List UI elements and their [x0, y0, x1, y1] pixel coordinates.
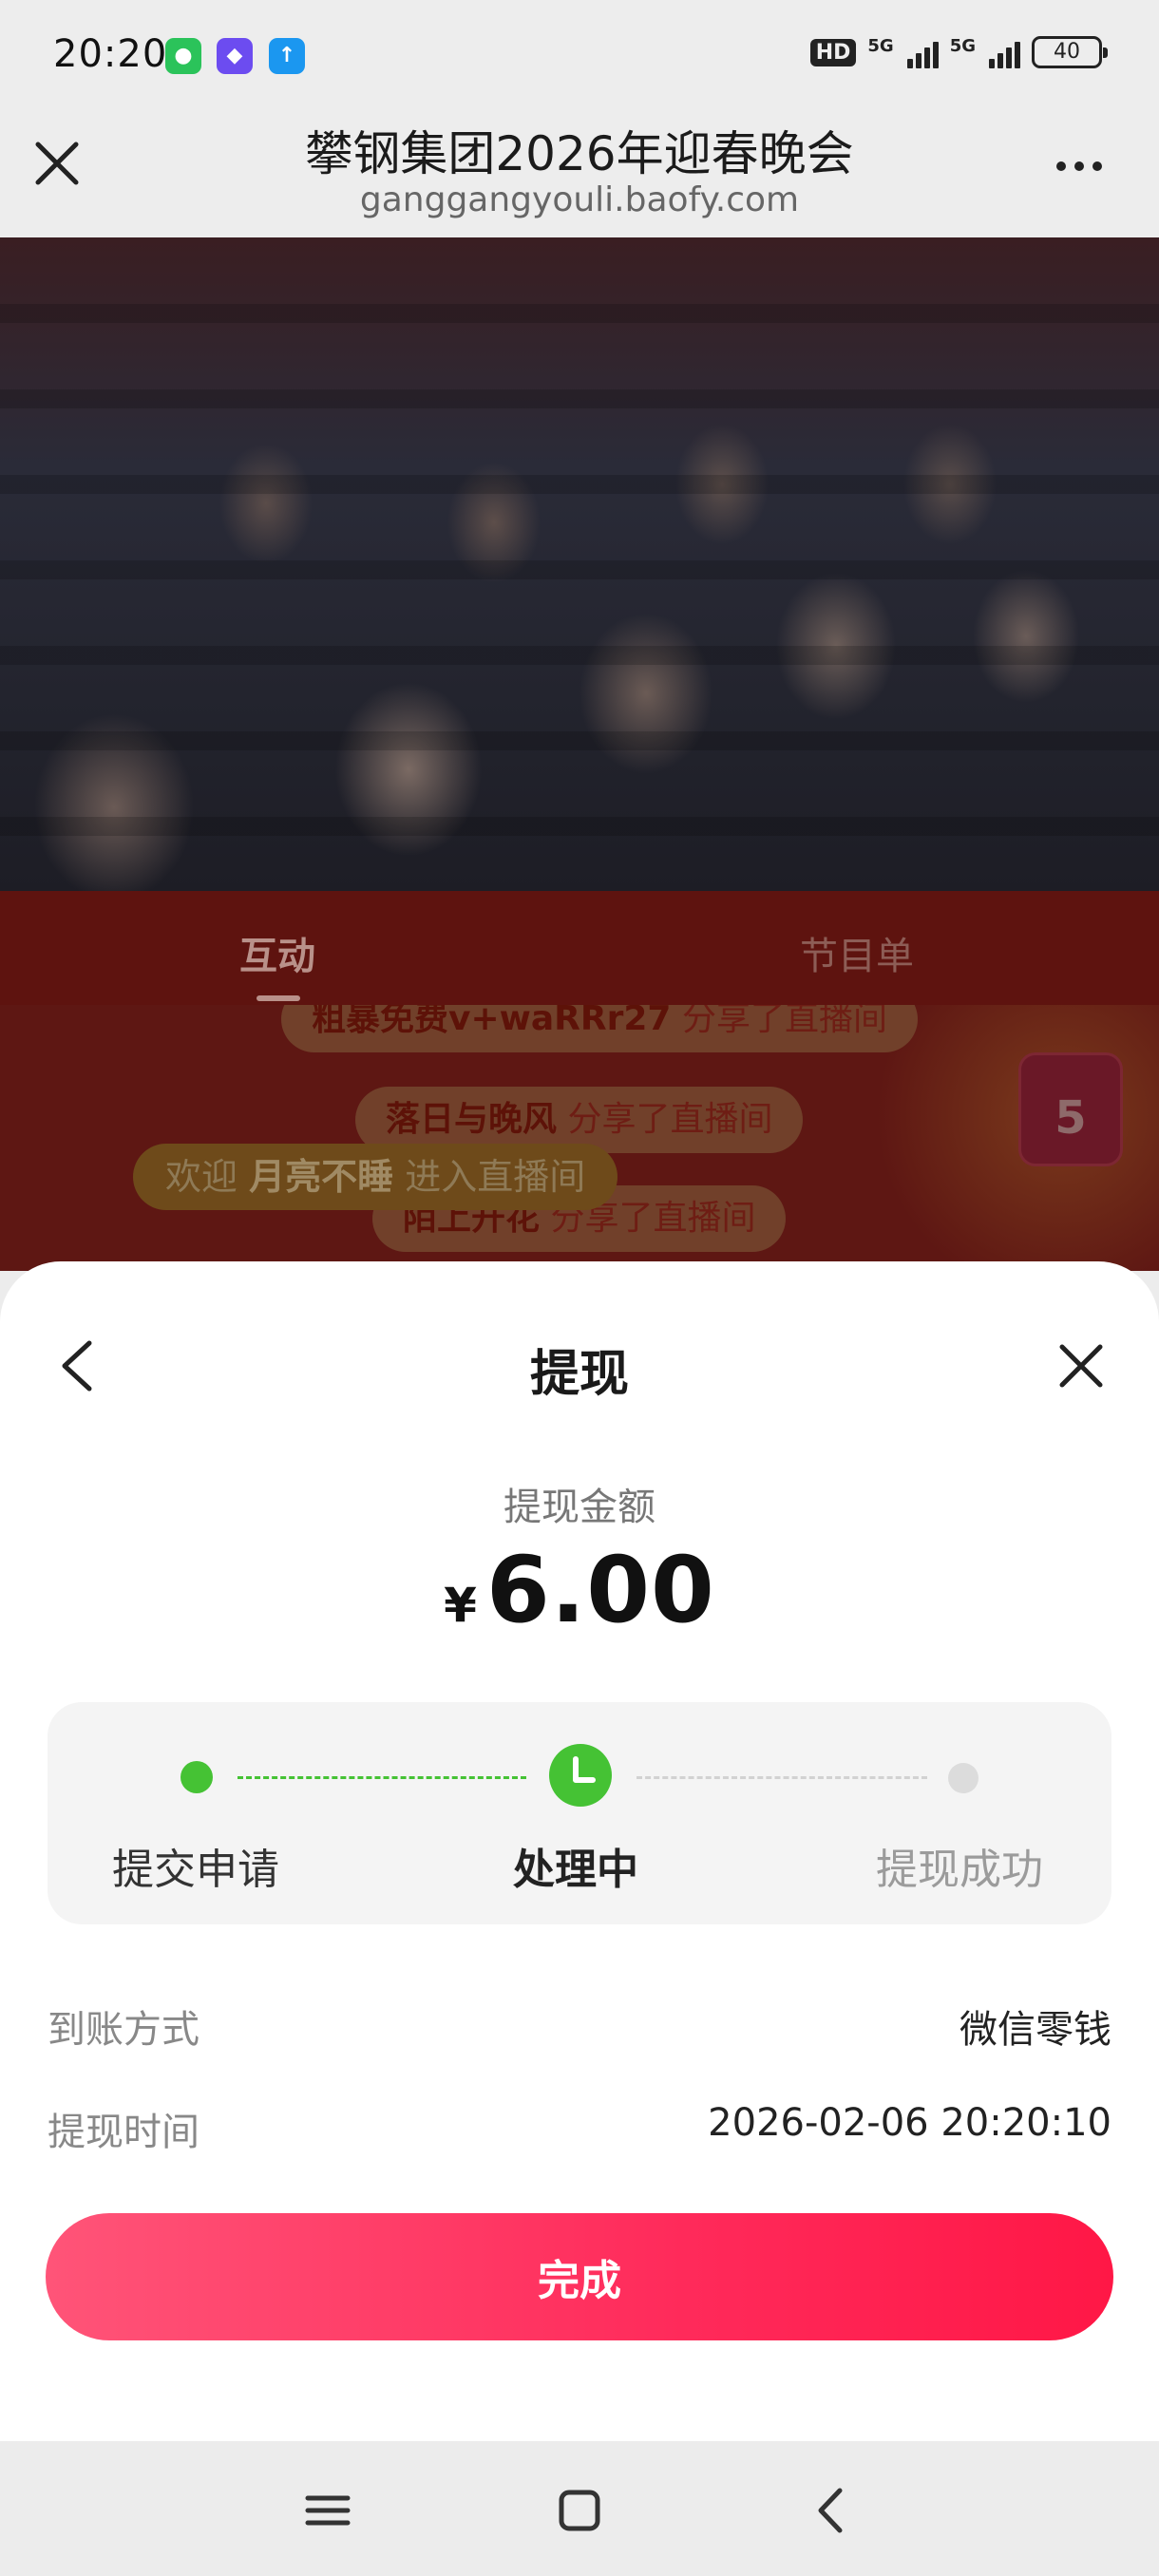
live-video[interactable] [0, 237, 1159, 891]
amount-label: 提现金额 [504, 1486, 656, 1529]
progress-line-pending [636, 1776, 927, 1779]
video-overlay [0, 237, 1159, 891]
page-url: ganggangyouli.baofy.com [359, 180, 800, 219]
status-time: 20:20 [53, 32, 168, 76]
progress-line-done [238, 1776, 526, 1779]
currency-symbol: ¥ [444, 1578, 477, 1633]
signal-icon [989, 36, 1020, 68]
feed-user: 粗暴免费v+waRRr27 [312, 1005, 672, 1038]
step-success-label: 提现成功 [876, 1846, 1043, 1894]
wechat-icon: ● [165, 38, 201, 74]
time-label: 提现时间 [48, 2111, 200, 2154]
feed-action: 分享了直播间 [681, 1005, 887, 1038]
method-value: 微信零钱 [960, 2008, 1112, 2052]
done-button[interactable]: 完成 [46, 2213, 1113, 2340]
lucky-bag-count: 5 [1054, 1091, 1087, 1145]
system-nav-bar [0, 2441, 1159, 2576]
amount-value: 6.00 [485, 1537, 715, 1643]
menu-icon[interactable] [294, 2477, 361, 2544]
battery-icon: 40 [1032, 36, 1108, 68]
feed-message: 粗暴免费v+waRRr27 分享了直播间 [281, 1005, 918, 1052]
withdraw-progress: 提交申请 处理中 提现成功 [48, 1702, 1112, 1924]
hd-badge: HD [809, 38, 857, 66]
interaction-feed: 粗暴免费v+waRRr27 分享了直播间 落日与晚风 分享了直播间 陌上开花 分… [0, 1005, 1159, 1271]
withdraw-sheet: 提现 提现金额 ¥6.00 提交申请 处理中 提现成功 到账方式 微信零钱 提现… [0, 1261, 1159, 2441]
network-label-2: 5G [949, 36, 976, 56]
signal-icon [906, 36, 939, 68]
sheet-title: 提现 [529, 1346, 629, 1403]
home-icon[interactable] [546, 2477, 613, 2544]
page-title: 攀钢集团2026年迎春晚会 [305, 126, 854, 181]
feed-user: 落日与晚风 [386, 1100, 558, 1139]
withdraw-amount: ¥6.00 [0, 1537, 1159, 1643]
welcome-suffix: 进入直播间 [405, 1156, 586, 1198]
tab-interaction[interactable]: 互动 [239, 925, 315, 1001]
close-icon[interactable] [1054, 1339, 1108, 1392]
welcome-prefix: 欢迎 [165, 1156, 238, 1198]
lucky-bag-button[interactable]: 5 [1018, 1052, 1123, 1166]
tab-bar: 互动 节目单 [0, 891, 1159, 1005]
welcome-user: 月亮不睡 [249, 1156, 394, 1198]
purple-app-icon: ◆ [217, 38, 253, 74]
step-done-dot [180, 1761, 213, 1793]
method-label: 到账方式 [48, 2008, 200, 2052]
tab-program-list[interactable]: 节目单 [800, 925, 914, 980]
time-value: 2026-02-06 20:20:10 [708, 2101, 1112, 2145]
more-icon[interactable] [1056, 161, 1102, 171]
status-bar: 20:20 ● ◆ ↑ HD 5G 5G 40 [0, 0, 1159, 106]
welcome-banner: 欢迎 月亮不睡 进入直播间 [133, 1144, 618, 1210]
back-icon[interactable] [798, 2477, 864, 2544]
clock-icon [549, 1744, 612, 1807]
system-indicators: HD 5G 5G 40 [809, 36, 1108, 68]
step-pending-dot [948, 1763, 978, 1793]
step-processing-label: 处理中 [513, 1846, 638, 1894]
feed-action: 分享了直播间 [567, 1100, 773, 1139]
upload-app-icon: ↑ [269, 38, 305, 74]
step-submit-label: 提交申请 [112, 1846, 279, 1894]
network-label-1: 5G [867, 36, 894, 56]
browser-header: 攀钢集团2026年迎春晚会 ganggangyouli.baofy.com [0, 106, 1159, 237]
